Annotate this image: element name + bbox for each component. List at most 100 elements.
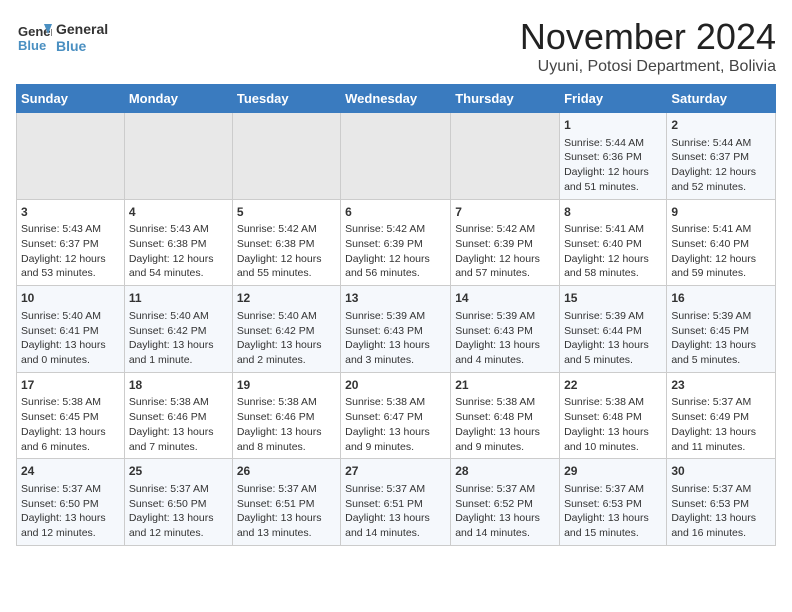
day-number: 12 <box>237 290 336 307</box>
daylight-text: Daylight: 13 hours and 14 minutes. <box>345 512 430 539</box>
column-header-monday: Monday <box>124 85 232 113</box>
sunset-text: Sunset: 6:46 PM <box>237 411 315 423</box>
calendar-cell: 17Sunrise: 5:38 AMSunset: 6:45 PMDayligh… <box>17 372 125 459</box>
day-number: 29 <box>564 463 662 480</box>
day-number: 21 <box>455 377 555 394</box>
sunrise-text: Sunrise: 5:41 AM <box>564 223 644 235</box>
daylight-text: Daylight: 12 hours and 59 minutes. <box>671 253 756 280</box>
sunrise-text: Sunrise: 5:44 AM <box>671 137 751 149</box>
day-number: 26 <box>237 463 336 480</box>
sunset-text: Sunset: 6:50 PM <box>129 498 207 510</box>
day-number: 18 <box>129 377 228 394</box>
day-number: 28 <box>455 463 555 480</box>
calendar-cell: 30 Sunrise: 5:37 AM Sunset: 6:53 PM Dayligh… <box>667 459 776 546</box>
calendar-cell: 14 Sunrise: 5:39 AM Sunset: 6:43 PM Dayligh… <box>451 286 560 373</box>
daylight-text: Daylight: 13 hours and 4 minutes. <box>455 339 540 366</box>
column-header-wednesday: Wednesday <box>341 85 451 113</box>
calendar-cell: 2Sunrise: 5:44 AMSunset: 6:37 PMDaylight… <box>667 113 776 200</box>
sunset-text: Sunset: 6:43 PM <box>345 325 423 337</box>
calendar-cell: 26Sunrise: 5:37 AMSunset: 6:51 PMDayligh… <box>232 459 340 546</box>
daylight-text: Daylight: 13 hours and 8 minutes. <box>237 426 322 453</box>
calendar-cell: 22Sunrise: 5:38 AMSunset: 6:48 PMDayligh… <box>560 372 667 459</box>
sunset-text: Sunset: 6:46 PM <box>129 411 207 423</box>
sunset-text: Sunset: 6:40 PM <box>564 238 642 250</box>
sunset-text: Sunset: 6:37 PM <box>671 151 749 163</box>
sunset-text: Sunset: 6:44 PM <box>564 325 642 337</box>
svg-text:Blue: Blue <box>18 38 46 53</box>
calendar-cell <box>17 113 125 200</box>
day-number: 14 <box>455 290 555 307</box>
sunset-text: Sunset: 6:50 PM <box>21 498 99 510</box>
calendar-cell: 8Sunrise: 5:41 AMSunset: 6:40 PMDaylight… <box>560 199 667 286</box>
daylight-text: Daylight: 13 hours and 6 minutes. <box>21 426 106 453</box>
day-number: 6 <box>345 204 446 221</box>
sunset-text: Sunset: 6:37 PM <box>21 238 99 250</box>
daylight-text: Daylight: 13 hours and 11 minutes. <box>671 426 756 453</box>
calendar-table: SundayMondayTuesdayWednesdayThursdayFrid… <box>16 84 776 546</box>
sunrise-text: Sunrise: 5:37 AM <box>21 483 101 495</box>
sunset-text: Sunset: 6:51 PM <box>345 498 423 510</box>
daylight-text: Daylight: 13 hours and 3 minutes. <box>345 339 430 366</box>
calendar-cell: 19Sunrise: 5:38 AMSunset: 6:46 PMDayligh… <box>232 372 340 459</box>
daylight-text: Daylight: 13 hours and 10 minutes. <box>564 426 649 453</box>
sunrise-text: Sunrise: 5:37 AM <box>564 483 644 495</box>
day-number: 27 <box>345 463 446 480</box>
daylight-text: Daylight: 13 hours and 15 minutes. <box>564 512 649 539</box>
sunrise-text: Sunrise: 5:38 AM <box>564 396 644 408</box>
location-title: Uyuni, Potosi Department, Bolivia <box>520 58 776 76</box>
sunrise-text: Sunrise: 5:37 AM <box>345 483 425 495</box>
calendar-cell: 10Sunrise: 5:40 AMSunset: 6:41 PMDayligh… <box>17 286 125 373</box>
sunrise-text: Sunrise: 5:40 AM <box>237 310 317 322</box>
day-number: 20 <box>345 377 446 394</box>
daylight-text: Daylight: 13 hours and 5 minutes. <box>671 339 756 366</box>
logo-general: General <box>56 21 108 38</box>
daylight-text: Daylight: 13 hours and 16 minutes. <box>671 512 756 539</box>
sunrise-text: Sunrise: 5:43 AM <box>129 223 209 235</box>
sunrise-text: Sunrise: 5:37 AM <box>671 483 751 495</box>
sunrise-text: Sunrise: 5:38 AM <box>21 396 101 408</box>
daylight-text: Daylight: 13 hours and 5 minutes. <box>564 339 649 366</box>
daylight-text: Daylight: 13 hours and 12 minutes. <box>129 512 214 539</box>
calendar-cell: 3Sunrise: 5:43 AMSunset: 6:37 PMDaylight… <box>17 199 125 286</box>
sunset-text: Sunset: 6:41 PM <box>21 325 99 337</box>
sunrise-text: Sunrise: 5:42 AM <box>455 223 535 235</box>
sunset-text: Sunset: 6:38 PM <box>129 238 207 250</box>
sunrise-text: Sunrise: 5:40 AM <box>129 310 209 322</box>
sunrise-text: Sunrise: 5:44 AM <box>564 137 644 149</box>
day-number: 22 <box>564 377 662 394</box>
sunrise-text: Sunrise: 5:42 AM <box>237 223 317 235</box>
sunset-text: Sunset: 6:53 PM <box>564 498 642 510</box>
calendar-cell: 20Sunrise: 5:38 AMSunset: 6:47 PMDayligh… <box>341 372 451 459</box>
sunset-text: Sunset: 6:39 PM <box>345 238 423 250</box>
calendar-cell: 15Sunrise: 5:39 AMSunset: 6:44 PMDayligh… <box>560 286 667 373</box>
day-number: 3 <box>21 204 120 221</box>
sunset-text: Sunset: 6:53 PM <box>671 498 749 510</box>
header: General Blue General Blue November 2024 … <box>16 16 776 76</box>
calendar-week-row: 17Sunrise: 5:38 AMSunset: 6:45 PMDayligh… <box>17 372 776 459</box>
day-number: 2 <box>671 117 771 134</box>
sunrise-text: Sunrise: 5:39 AM <box>455 310 535 322</box>
day-number: 19 <box>237 377 336 394</box>
sunset-text: Sunset: 6:43 PM <box>455 325 533 337</box>
day-number: 10 <box>21 290 120 307</box>
sunset-text: Sunset: 6:36 PM <box>564 151 642 163</box>
day-number: 24 <box>21 463 120 480</box>
column-header-sunday: Sunday <box>17 85 125 113</box>
column-header-saturday: Saturday <box>667 85 776 113</box>
column-header-thursday: Thursday <box>451 85 560 113</box>
calendar-cell: 28Sunrise: 5:37 AMSunset: 6:52 PMDayligh… <box>451 459 560 546</box>
day-number: 30 <box>671 463 771 480</box>
sunrise-text: Sunrise: 5:38 AM <box>345 396 425 408</box>
sunset-text: Sunset: 6:47 PM <box>345 411 423 423</box>
calendar-cell: 6Sunrise: 5:42 AMSunset: 6:39 PMDaylight… <box>341 199 451 286</box>
calendar-cell: 4Sunrise: 5:43 AMSunset: 6:38 PMDaylight… <box>124 199 232 286</box>
calendar-cell: 18Sunrise: 5:38 AMSunset: 6:46 PMDayligh… <box>124 372 232 459</box>
calendar-header-row: SundayMondayTuesdayWednesdayThursdayFrid… <box>17 85 776 113</box>
sunset-text: Sunset: 6:39 PM <box>455 238 533 250</box>
calendar-cell <box>124 113 232 200</box>
daylight-text: Daylight: 12 hours and 54 minutes. <box>129 253 214 280</box>
day-number: 9 <box>671 204 771 221</box>
sunset-text: Sunset: 6:40 PM <box>671 238 749 250</box>
sunrise-text: Sunrise: 5:39 AM <box>671 310 751 322</box>
calendar-week-row: 10 Sunrise: 5:40 AM Sunset: 6:41 PM Dayligh… <box>17 286 776 373</box>
